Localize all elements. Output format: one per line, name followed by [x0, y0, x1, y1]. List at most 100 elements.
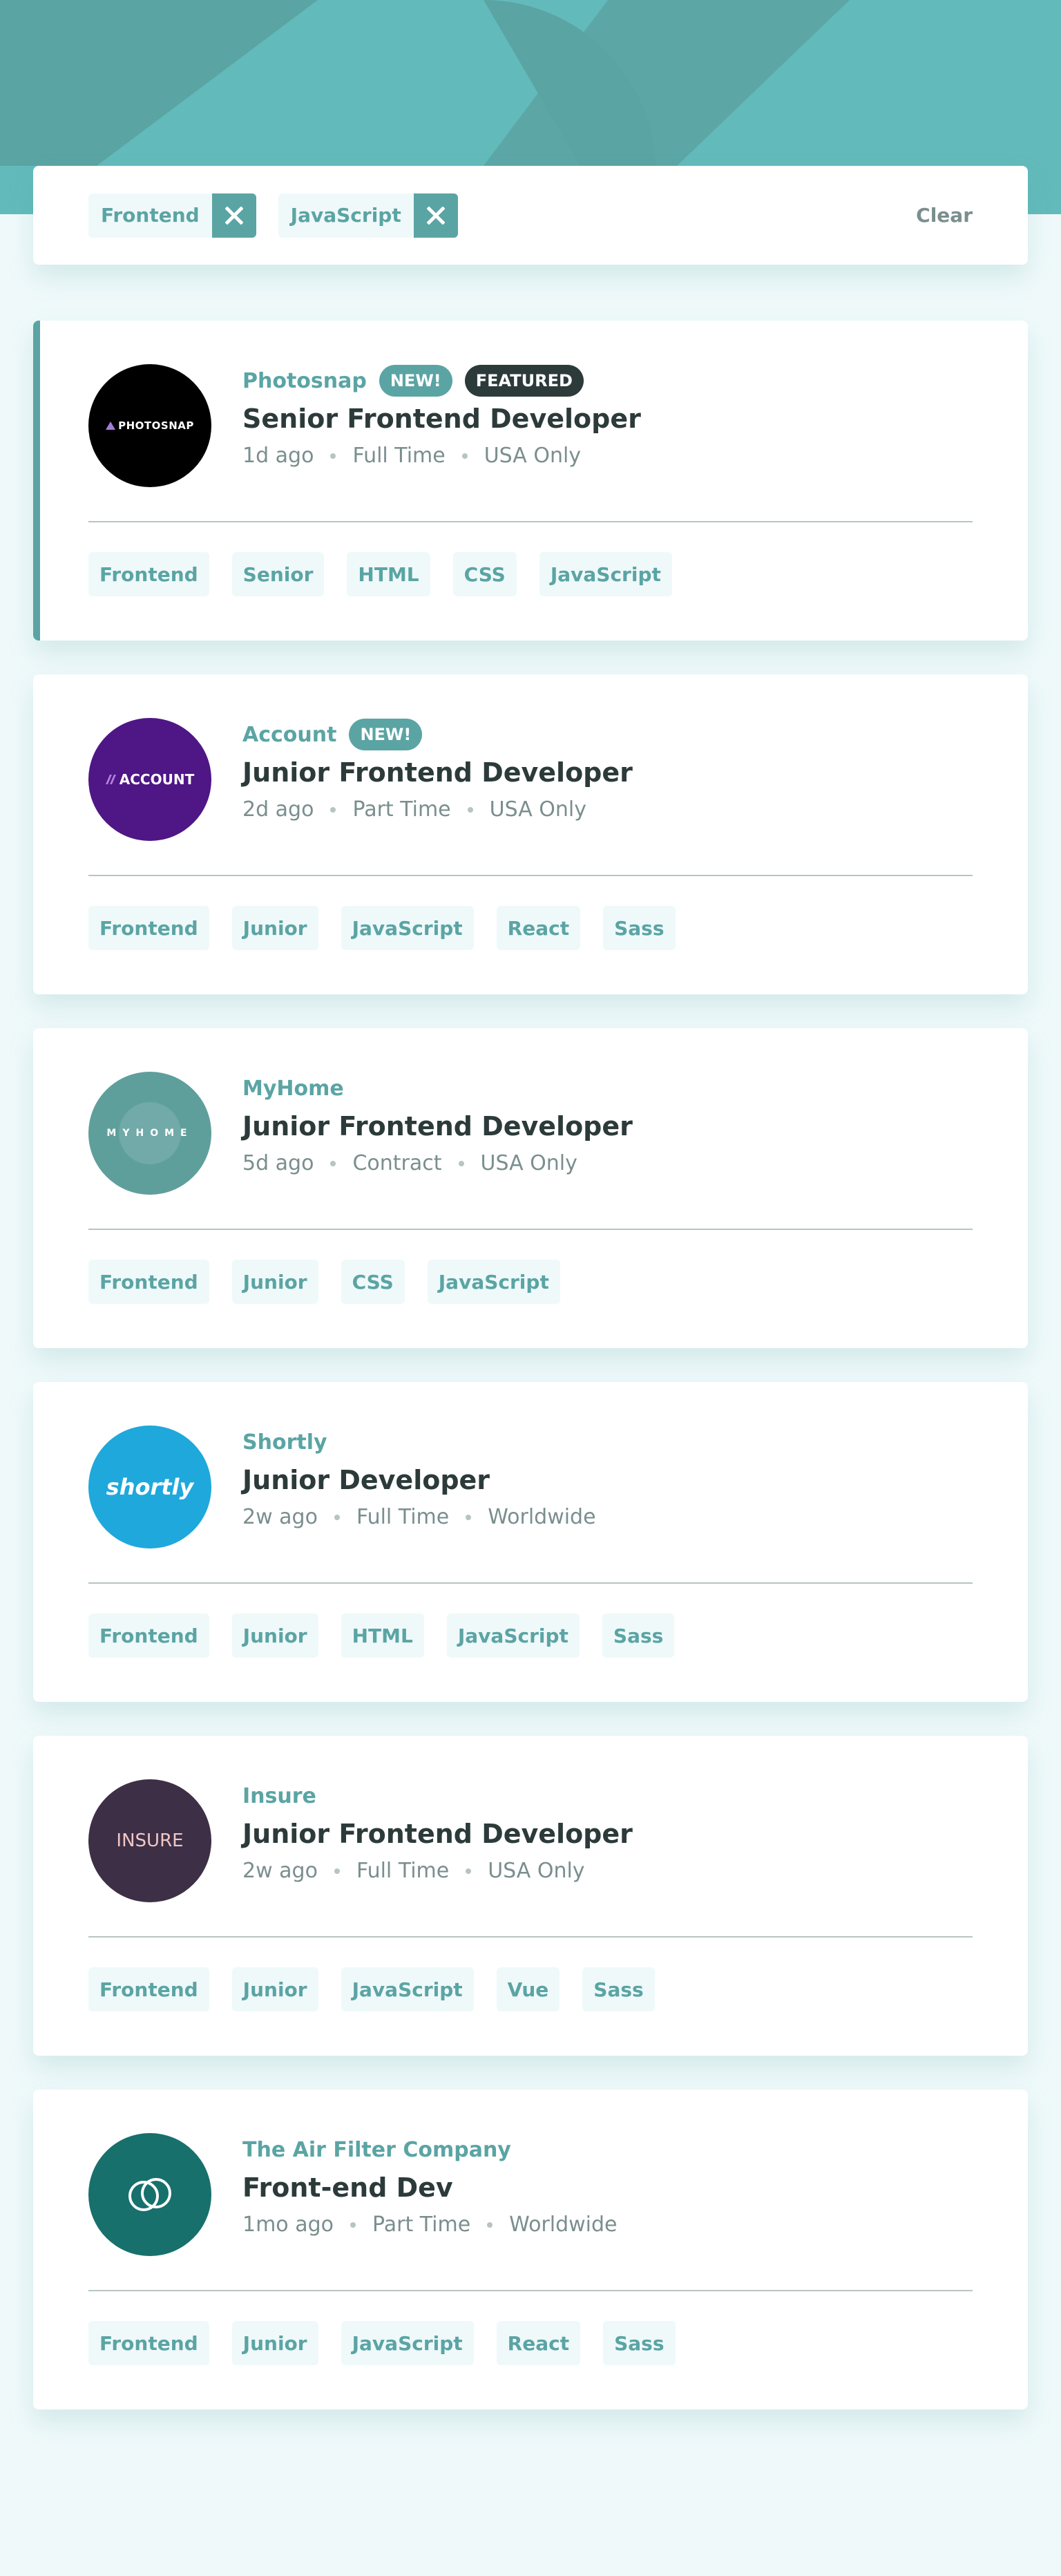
tag-button[interactable]: Sass [603, 906, 676, 950]
clear-filters-button[interactable]: Clear [916, 204, 973, 227]
card-divider [88, 2290, 973, 2291]
close-icon [426, 206, 445, 225]
separator-dot [467, 806, 473, 813]
posted-at: 1mo ago [242, 2213, 334, 2237]
tag-button[interactable]: React [496, 2321, 581, 2365]
separator-dot [334, 1868, 340, 1874]
job-title-link[interactable]: Junior Developer [242, 1465, 596, 1495]
tag-button[interactable]: Sass [603, 2321, 676, 2365]
tag-button[interactable]: JavaScript [446, 1613, 580, 1658]
company-name: Insure [242, 1783, 316, 1808]
job-meta: 2d ago Part Time USA Only [242, 797, 633, 822]
filter-tag-label: JavaScript [290, 204, 401, 227]
tag-button[interactable]: CSS [452, 552, 517, 596]
tag-button[interactable]: Junior [231, 1967, 318, 2011]
job-card-account: ACCOUNT Account NEW! Junior Frontend Dev… [33, 674, 1028, 994]
contract-type: Part Time [352, 797, 451, 822]
tag-button[interactable]: Sass [602, 1613, 675, 1658]
tag-button[interactable]: Frontend [88, 1260, 209, 1304]
account-mark-icon [105, 775, 116, 784]
tag-button[interactable]: JavaScript [341, 2321, 474, 2365]
separator-dot [330, 1160, 336, 1166]
logo-text: shortly [106, 1474, 194, 1500]
separator-dot [330, 453, 336, 459]
tag-button[interactable]: Frontend [88, 1967, 209, 2011]
job-title-link[interactable]: Junior Frontend Developer [242, 757, 633, 788]
tag-button[interactable]: JavaScript [539, 552, 672, 596]
company-name: MyHome [242, 1076, 344, 1101]
posted-at: 5d ago [242, 1151, 314, 1175]
contract-type: Full Time [356, 1505, 450, 1529]
posted-at: 2w ago [242, 1859, 318, 1883]
tag-button[interactable]: Frontend [88, 2321, 209, 2365]
close-icon [224, 206, 243, 225]
tag-button[interactable]: HTML [347, 552, 430, 596]
job-location: USA Only [480, 1151, 577, 1175]
company-name: Account [242, 722, 337, 747]
tag-button[interactable]: Senior [231, 552, 325, 596]
card-divider [88, 1229, 973, 1230]
job-tags: Frontend Junior JavaScript React Sass [88, 2321, 676, 2365]
tag-button[interactable]: Vue [496, 1967, 560, 2011]
job-tags: Frontend Senior HTML CSS JavaScript [88, 552, 672, 596]
job-card-insure: INSURE Insure Junior Frontend Developer … [33, 1736, 1028, 2056]
company-row: MyHome [242, 1070, 633, 1107]
job-title-link[interactable]: Senior Frontend Developer [242, 404, 641, 434]
job-tags: Frontend Junior JavaScript React Sass [88, 906, 676, 950]
card-divider [88, 521, 973, 522]
tag-button[interactable]: JavaScript [341, 906, 474, 950]
tag-button[interactable]: React [496, 906, 581, 950]
separator-dot [487, 2222, 493, 2228]
tag-button[interactable]: Junior [231, 1613, 318, 1658]
tag-button[interactable]: Junior [231, 906, 318, 950]
tag-button[interactable]: Junior [231, 1260, 318, 1304]
tag-button[interactable]: Frontend [88, 906, 209, 950]
new-badge: NEW! [349, 719, 423, 750]
tag-button[interactable]: JavaScript [427, 1260, 560, 1304]
job-tags: Frontend Junior CSS JavaScript [88, 1260, 560, 1304]
filter-tag-label: Frontend [101, 204, 200, 227]
job-info: MyHome Junior Frontend Developer 5d ago … [242, 1070, 633, 1176]
card-divider [88, 875, 973, 876]
job-meta: 2w ago Full Time USA Only [242, 1859, 633, 1883]
tag-button[interactable]: JavaScript [341, 1967, 474, 2011]
tag-button[interactable]: Sass [582, 1967, 655, 2011]
company-name: Photosnap [242, 368, 367, 393]
job-card-photosnap: PHOTOSNAP Photosnap NEW! FEATURED Senior… [33, 321, 1028, 641]
card-divider [88, 1936, 973, 1938]
posted-at: 2d ago [242, 797, 314, 822]
separator-dot [466, 1514, 472, 1520]
job-card-air-filter-company: The Air Filter Company Front-end Dev 1mo… [33, 2090, 1028, 2409]
photosnap-mark-icon [106, 422, 116, 430]
separator-dot [458, 1160, 464, 1166]
job-card-shortly: shortly Shortly Junior Developer 2w ago … [33, 1382, 1028, 1702]
featured-badge: FEATURED [464, 365, 584, 397]
tag-button[interactable]: Frontend [88, 1613, 209, 1658]
contract-type: Full Time [352, 444, 446, 468]
tag-button[interactable]: Frontend [88, 552, 209, 596]
contract-type: Part Time [372, 2213, 471, 2237]
remove-filter-button[interactable] [413, 193, 458, 238]
remove-filter-button[interactable] [211, 193, 256, 238]
separator-dot [350, 2222, 356, 2228]
company-logo-photosnap: PHOTOSNAP [88, 364, 211, 487]
company-row: Shortly [242, 1423, 596, 1461]
company-logo-air-filter [88, 2133, 211, 2256]
company-row: The Air Filter Company [242, 2131, 618, 2168]
separator-dot [334, 1514, 340, 1520]
tag-button[interactable]: HTML [341, 1613, 424, 1658]
job-info: Insure Junior Frontend Developer 2w ago … [242, 1777, 633, 1884]
tag-button[interactable]: CSS [341, 1260, 405, 1304]
filter-tag-frontend: Frontend [88, 193, 256, 238]
job-title-link[interactable]: Front-end Dev [242, 2172, 618, 2203]
job-title-link[interactable]: Junior Frontend Developer [242, 1819, 633, 1849]
job-title-link[interactable]: Junior Frontend Developer [242, 1111, 633, 1142]
linked-rings-icon [128, 2178, 171, 2211]
new-badge: NEW! [379, 365, 452, 397]
job-info: Shortly Junior Developer 2w ago Full Tim… [242, 1423, 596, 1530]
logo-text: INSURE [116, 1830, 184, 1851]
job-card-myhome: MYHOME MyHome Junior Frontend Developer … [33, 1028, 1028, 1348]
job-meta: 1d ago Full Time USA Only [242, 444, 641, 468]
tag-button[interactable]: Junior [231, 2321, 318, 2365]
company-row: Account NEW! [242, 716, 633, 753]
